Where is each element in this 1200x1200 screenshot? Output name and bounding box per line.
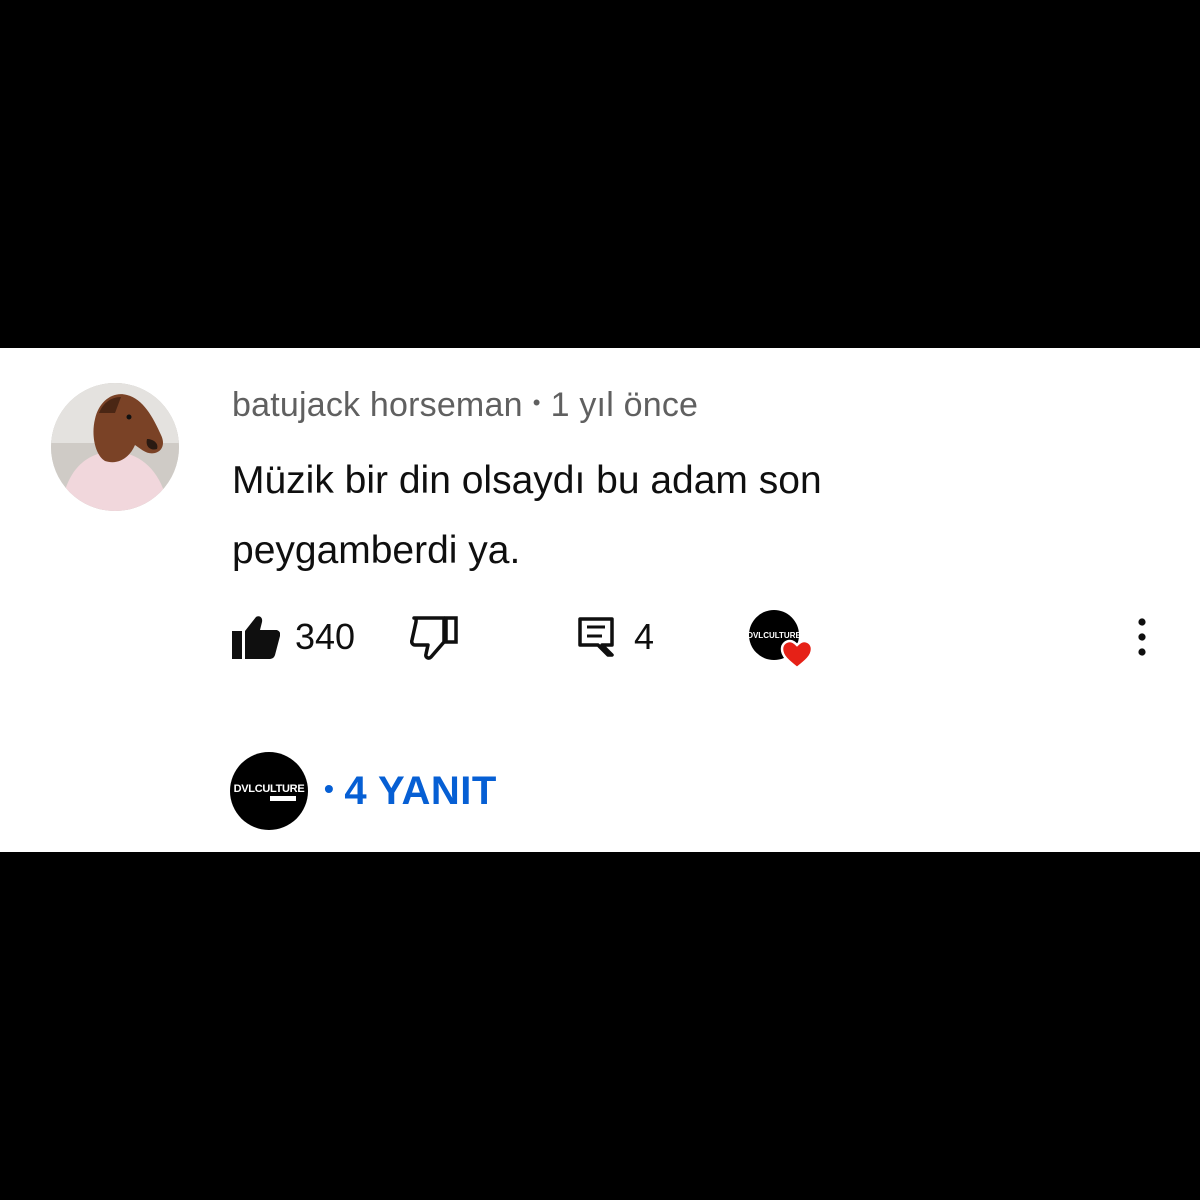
like-button[interactable] bbox=[232, 615, 281, 659]
dislike-button[interactable] bbox=[410, 616, 460, 660]
replies-separator: • bbox=[324, 772, 335, 804]
replies-row[interactable]: DVLCULTURE • 4 YANIT bbox=[230, 752, 497, 830]
comment-timestamp[interactable]: 1 yıl önce bbox=[551, 386, 699, 424]
creator-logo-text: DVLCULTURE bbox=[748, 631, 801, 640]
comment-meta: batujack horseman • 1 yıl önce bbox=[232, 386, 698, 425]
like-count: 340 bbox=[295, 616, 356, 657]
reply-button[interactable] bbox=[578, 617, 614, 657]
reply-count: 4 bbox=[634, 616, 655, 657]
author-avatar[interactable] bbox=[51, 383, 179, 511]
heart-icon bbox=[780, 639, 814, 670]
reply-icon bbox=[578, 617, 614, 657]
replies-logo-text: DVLCULTURE bbox=[233, 783, 305, 795]
creator-heart: DVLCULTURE bbox=[747, 608, 814, 670]
meta-separator: • bbox=[532, 390, 541, 415]
comment-text: Müzik bir din olsaydı bu adam son peygam… bbox=[232, 459, 822, 572]
author-name[interactable]: batujack horseman bbox=[232, 386, 523, 424]
view-replies-link[interactable]: • 4 YANIT bbox=[324, 769, 497, 814]
logo-underline bbox=[270, 796, 296, 801]
replies-label: 4 YANIT bbox=[344, 768, 497, 813]
replies-avatar: DVLCULTURE bbox=[230, 752, 308, 830]
dislike-icon bbox=[410, 616, 458, 660]
more-actions-button[interactable] bbox=[1128, 617, 1156, 657]
more-vert-icon bbox=[1138, 618, 1146, 656]
like-icon bbox=[232, 616, 281, 659]
